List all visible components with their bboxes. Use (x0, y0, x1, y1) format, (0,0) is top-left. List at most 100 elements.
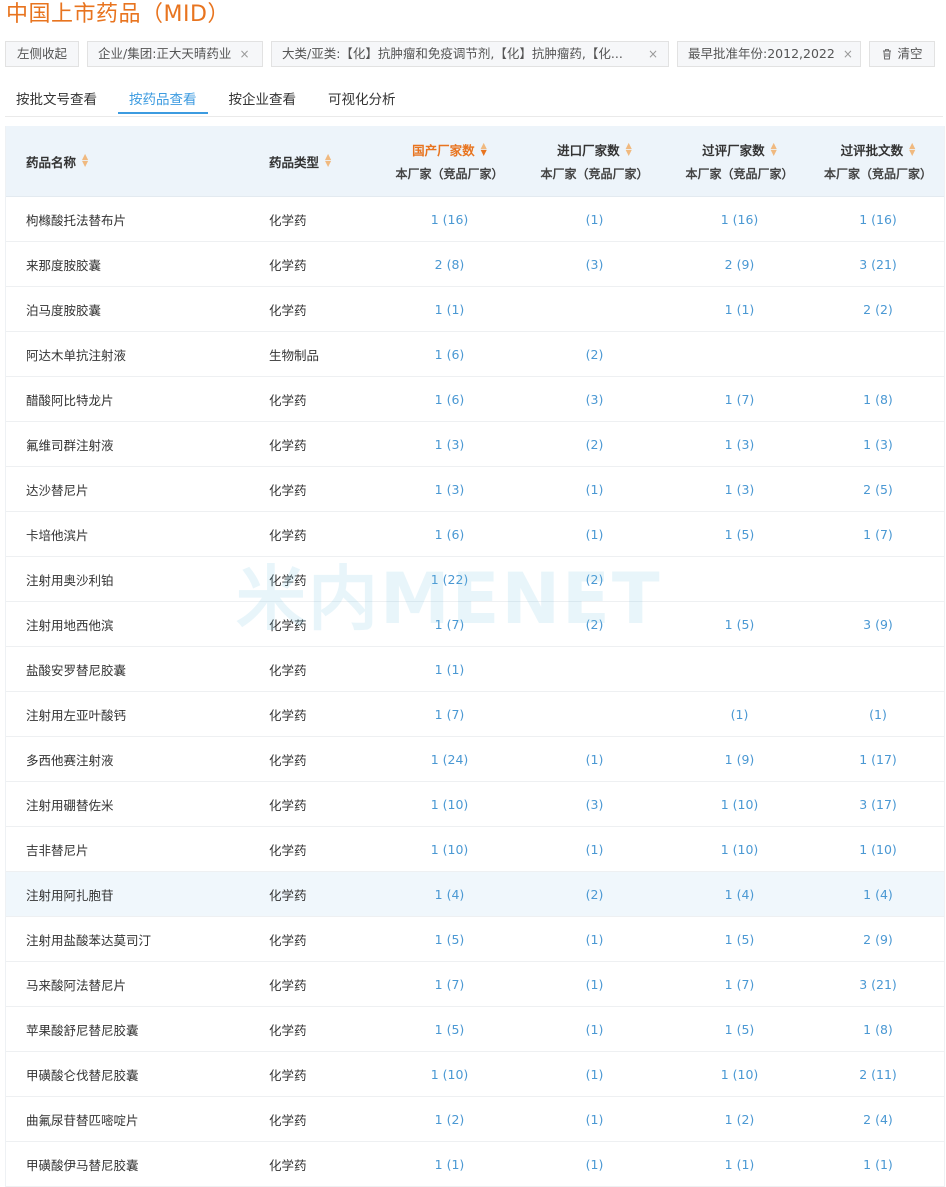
domestic-count-link[interactable]: 1 (5) (377, 1022, 522, 1037)
evaluated-docs-link[interactable]: 1 (3) (812, 437, 944, 452)
evaluated-docs-link[interactable]: 3 (21) (812, 977, 944, 992)
domestic-count-link[interactable]: 1 (5) (377, 932, 522, 947)
sort-icon[interactable]: ▲ ▼ (771, 141, 777, 157)
table-row[interactable]: 泊马度胺胶囊 化学药 1 (1) 1 (1) 2 (2) (6, 287, 944, 332)
table-row[interactable]: 醋酸阿比特龙片 化学药 1 (6) (3) 1 (7) 1 (8) (6, 377, 944, 422)
drug-name-link[interactable]: 苹果酸舒尼替尼胶囊 (6, 1020, 249, 1039)
column-header-domestic[interactable]: 国产厂家数 ▲ ▼ 本厂家（竞品厂家） (377, 126, 522, 196)
evaluated-count-link[interactable]: 2 (9) (667, 257, 812, 272)
evaluated-count-link[interactable]: 1 (5) (667, 1022, 812, 1037)
evaluated-docs-link[interactable]: 1 (16) (812, 212, 944, 227)
domestic-count-link[interactable]: 1 (10) (377, 1067, 522, 1082)
domestic-count-link[interactable]: 1 (1) (377, 1157, 522, 1172)
evaluated-count-link[interactable]: 1 (16) (667, 212, 812, 227)
evaluated-docs-link[interactable]: 2 (11) (812, 1067, 944, 1082)
table-row[interactable]: 来那度胺胶囊 化学药 2 (8) (3) 2 (9) 3 (21) (6, 242, 944, 287)
evaluated-count-link[interactable]: 1 (5) (667, 527, 812, 542)
evaluated-docs-link[interactable]: 2 (5) (812, 482, 944, 497)
evaluated-count-link[interactable]: (1) (667, 707, 812, 722)
drug-name-link[interactable]: 盐酸安罗替尼胶囊 (6, 660, 249, 679)
drug-name-link[interactable]: 卡培他滨片 (6, 525, 249, 544)
domestic-count-link[interactable]: 1 (6) (377, 347, 522, 362)
drug-name-link[interactable]: 注射用硼替佐米 (6, 795, 249, 814)
table-row[interactable]: 注射用奥沙利铂 化学药 1 (22) (2) (6, 557, 944, 602)
evaluated-docs-link[interactable]: 2 (2) (812, 302, 944, 317)
evaluated-count-link[interactable]: 1 (5) (667, 932, 812, 947)
drug-name-link[interactable]: 甲磺酸仑伐替尼胶囊 (6, 1065, 249, 1084)
tab-by-approval-number[interactable]: 按批文号查看 (5, 86, 108, 114)
evaluated-count-link[interactable]: 1 (9) (667, 752, 812, 767)
evaluated-docs-link[interactable]: 1 (1) (812, 1157, 944, 1172)
table-row[interactable]: 曲氟尿苷替匹嘧啶片 化学药 1 (2) (1) 1 (2) 2 (4) (6, 1097, 944, 1142)
filter-chip-category[interactable]: 大类/亚类:【化】抗肿瘤和免疫调节剂,【化】抗肿瘤药,【化... × (271, 41, 669, 67)
domestic-count-link[interactable]: 1 (3) (377, 482, 522, 497)
evaluated-count-link[interactable]: 1 (1) (667, 302, 812, 317)
imported-count-link[interactable]: (3) (522, 257, 667, 272)
imported-count-link[interactable]: (2) (522, 437, 667, 452)
table-row[interactable]: 多西他赛注射液 化学药 1 (24) (1) 1 (9) 1 (17) (6, 737, 944, 782)
drug-name-link[interactable]: 注射用盐酸苯达莫司汀 (6, 930, 249, 949)
evaluated-count-link[interactable]: 1 (2) (667, 1112, 812, 1127)
evaluated-count-link[interactable]: 1 (7) (667, 977, 812, 992)
drug-name-link[interactable]: 来那度胺胶囊 (6, 255, 249, 274)
evaluated-docs-link[interactable]: 1 (17) (812, 752, 944, 767)
imported-count-link[interactable]: (2) (522, 617, 667, 632)
column-header-evaluated[interactable]: 过评厂家数 ▲ ▼ 本厂家（竞品厂家） (667, 126, 812, 196)
domestic-count-link[interactable]: 1 (22) (377, 572, 522, 587)
domestic-count-link[interactable]: 1 (7) (377, 977, 522, 992)
domestic-count-link[interactable]: 1 (1) (377, 662, 522, 677)
table-row[interactable]: 注射用阿扎胞苷 化学药 1 (4) (2) 1 (4) 1 (4) (6, 872, 944, 917)
imported-count-link[interactable]: (1) (522, 1067, 667, 1082)
evaluated-docs-link[interactable]: 1 (10) (812, 842, 944, 857)
table-row[interactable]: 枸橼酸托法替布片 化学药 1 (16) (1) 1 (16) 1 (16) (6, 197, 944, 242)
drug-name-link[interactable]: 马来酸阿法替尼片 (6, 975, 249, 994)
drug-name-link[interactable]: 氟维司群注射液 (6, 435, 249, 454)
domestic-count-link[interactable]: 1 (6) (377, 527, 522, 542)
domestic-count-link[interactable]: 2 (8) (377, 257, 522, 272)
evaluated-docs-link[interactable]: 3 (9) (812, 617, 944, 632)
close-icon[interactable]: × (239, 42, 249, 66)
evaluated-count-link[interactable]: 1 (1) (667, 1157, 812, 1172)
evaluated-docs-link[interactable]: 2 (4) (812, 1112, 944, 1127)
evaluated-count-link[interactable]: 1 (5) (667, 617, 812, 632)
evaluated-docs-link[interactable]: 3 (17) (812, 797, 944, 812)
domestic-count-link[interactable]: 1 (4) (377, 887, 522, 902)
drug-name-link[interactable]: 注射用阿扎胞苷 (6, 885, 249, 904)
column-header-name[interactable]: 药品名称 ▲ ▼ (6, 126, 249, 196)
table-row[interactable]: 阿达木单抗注射液 生物制品 1 (6) (2) (6, 332, 944, 377)
table-row[interactable]: 注射用硼替佐米 化学药 1 (10) (3) 1 (10) 3 (17) (6, 782, 944, 827)
table-row[interactable]: 吉非替尼片 化学药 1 (10) (1) 1 (10) 1 (10) (6, 827, 944, 872)
evaluated-docs-link[interactable]: 3 (21) (812, 257, 944, 272)
evaluated-docs-link[interactable]: 1 (8) (812, 1022, 944, 1037)
drug-name-link[interactable]: 泊马度胺胶囊 (6, 300, 249, 319)
drug-name-link[interactable]: 曲氟尿苷替匹嘧啶片 (6, 1110, 249, 1129)
evaluated-docs-link[interactable]: 2 (9) (812, 932, 944, 947)
domestic-count-link[interactable]: 1 (16) (377, 212, 522, 227)
evaluated-docs-link[interactable]: (1) (812, 707, 944, 722)
imported-count-link[interactable]: (3) (522, 797, 667, 812)
table-row[interactable]: 盐酸安罗替尼胶囊 化学药 1 (1) (6, 647, 944, 692)
imported-count-link[interactable]: (1) (522, 977, 667, 992)
drug-name-link[interactable]: 吉非替尼片 (6, 840, 249, 859)
evaluated-docs-link[interactable]: 1 (7) (812, 527, 944, 542)
clear-filters-button[interactable]: 清空 (869, 41, 935, 67)
evaluated-count-link[interactable]: 1 (10) (667, 797, 812, 812)
imported-count-link[interactable]: (1) (522, 212, 667, 227)
evaluated-count-link[interactable]: 1 (3) (667, 482, 812, 497)
domestic-count-link[interactable]: 1 (10) (377, 797, 522, 812)
drug-name-link[interactable]: 醋酸阿比特龙片 (6, 390, 249, 409)
imported-count-link[interactable]: (1) (522, 527, 667, 542)
domestic-count-link[interactable]: 1 (24) (377, 752, 522, 767)
filter-chip-year[interactable]: 最早批准年份:2012,2022 × (677, 41, 861, 67)
domestic-count-link[interactable]: 1 (10) (377, 842, 522, 857)
imported-count-link[interactable]: (1) (522, 482, 667, 497)
table-row[interactable]: 甲磺酸仑伐替尼胶囊 化学药 1 (10) (1) 1 (10) 2 (11) (6, 1052, 944, 1097)
evaluated-count-link[interactable]: 1 (3) (667, 437, 812, 452)
collapse-sidebar-button[interactable]: 左侧收起 (5, 41, 79, 67)
drug-name-link[interactable]: 阿达木单抗注射液 (6, 345, 249, 364)
drug-name-link[interactable]: 注射用左亚叶酸钙 (6, 705, 249, 724)
imported-count-link[interactable]: (1) (522, 752, 667, 767)
close-icon[interactable]: × (843, 42, 853, 66)
imported-count-link[interactable]: (1) (522, 1022, 667, 1037)
drug-name-link[interactable]: 达沙替尼片 (6, 480, 249, 499)
